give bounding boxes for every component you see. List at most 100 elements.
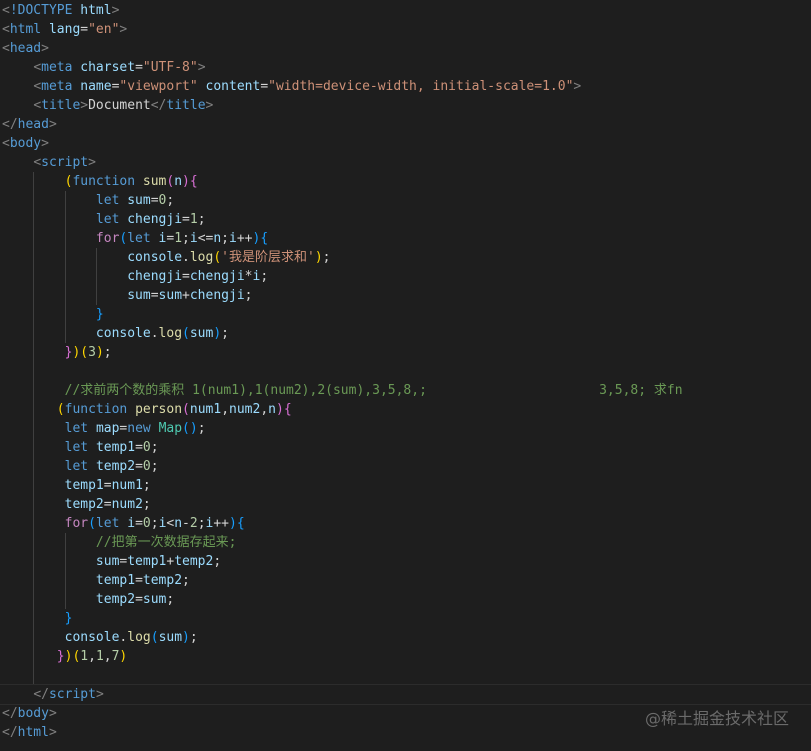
code-token: 2 [189, 516, 198, 531]
code-line[interactable]: temp1=num1; [0, 476, 811, 495]
code-token: let [95, 516, 120, 531]
code-token: let [64, 421, 89, 436]
code-token: sum [142, 174, 167, 189]
code-token: ( [56, 402, 65, 417]
code-token: < [33, 98, 42, 113]
code-token: </ [2, 117, 18, 132]
code-token: script [41, 155, 89, 170]
code-line[interactable] [0, 362, 811, 381]
code-line[interactable]: for(let i=0;i<n-2;i++){ [0, 514, 811, 533]
code-token: chengji [189, 269, 245, 284]
code-line[interactable]: <script> [0, 153, 811, 172]
code-line[interactable]: (function sum(n){ [0, 172, 811, 191]
code-token: ( [80, 345, 89, 360]
code-token: = [135, 592, 143, 607]
code-token: ; [182, 573, 190, 588]
code-lines[interactable]: <!DOCTYPE html> <html lang="en"> <head> <m… [0, 0, 811, 742]
code-line[interactable]: } [0, 609, 811, 628]
code-line[interactable]: console.log(sum); [0, 628, 811, 647]
code-line[interactable] [0, 666, 811, 685]
code-token: , [260, 402, 269, 417]
code-token: . [182, 250, 190, 265]
indent-guide [33, 666, 35, 685]
code-token: person [135, 402, 183, 417]
code-token: n [268, 402, 276, 417]
code-line[interactable]: <!DOCTYPE html> [0, 1, 811, 20]
code-token: temp2 [95, 459, 136, 474]
code-line[interactable]: sum=temp1+temp2; [0, 552, 811, 571]
code-editor[interactable]: <!DOCTYPE html> <html lang="en"> <head> <m… [0, 0, 811, 751]
code-token: body [17, 706, 49, 721]
code-token: 1 [174, 231, 183, 246]
code-line[interactable]: for(let i=1;i<=n;i++){ [0, 229, 811, 248]
code-token: > [95, 687, 104, 702]
indent-guide [64, 324, 66, 343]
code-token: ++ [213, 516, 230, 531]
code-line[interactable]: temp1=temp2; [0, 571, 811, 590]
code-token: console [64, 630, 120, 645]
code-token: "width=device-width, initial-scale=1.0" [268, 79, 574, 94]
code-line[interactable]: })(3); [0, 343, 811, 362]
code-line[interactable]: temp2=sum; [0, 590, 811, 609]
code-line[interactable]: })(1,1,7) [0, 647, 811, 666]
code-line[interactable]: sum=sum+chengji; [0, 286, 811, 305]
indent-guide [33, 172, 35, 191]
code-token: sum [127, 193, 151, 208]
indent-guide [33, 305, 35, 324]
code-token: = [135, 60, 143, 75]
indent-guide [33, 628, 35, 647]
code-line[interactable]: (function person(num1,num2,n){ [0, 400, 811, 419]
code-line[interactable]: <body> [0, 134, 811, 153]
code-token: ; [150, 516, 159, 531]
code-line[interactable]: let temp1=0; [0, 438, 811, 457]
code-line[interactable]: </script> [0, 684, 811, 705]
code-token: = [182, 212, 190, 227]
code-token: } [56, 649, 65, 664]
indent-guide [33, 609, 35, 628]
code-line[interactable]: console.log('我是阶层求和'); [0, 248, 811, 267]
code-line[interactable]: //求前两个数的乘积 1(num1),1(num2),2(sum),3,5,8,… [0, 381, 811, 400]
code-line[interactable]: let map=new Map(); [0, 419, 811, 438]
code-token: 1 [189, 212, 198, 227]
indent-guide [33, 362, 35, 381]
code-line[interactable]: <html lang="en"> [0, 20, 811, 39]
code-line[interactable]: <meta name="viewport" content="width=dev… [0, 77, 811, 96]
code-line[interactable]: let sum=0; [0, 191, 811, 210]
code-line[interactable]: let chengji=1; [0, 210, 811, 229]
code-token: ; [189, 630, 198, 645]
indent-guide [33, 571, 35, 590]
code-token: { [283, 402, 292, 417]
code-token: ; [260, 269, 269, 284]
code-token: ( [182, 402, 190, 417]
code-token: ( [150, 630, 159, 645]
code-token: ; [197, 421, 206, 436]
code-token: ) [229, 516, 237, 531]
code-line[interactable]: } [0, 305, 811, 324]
code-token: ) [189, 421, 198, 436]
code-token: console [95, 326, 151, 341]
code-token: ; [221, 326, 229, 341]
code-line[interactable]: <title>Document</title> [0, 96, 811, 115]
code-line[interactable]: <meta charset="UTF-8"> [0, 58, 811, 77]
code-token: < [33, 155, 42, 170]
code-line[interactable]: console.log(sum); [0, 324, 811, 343]
code-line[interactable]: chengji=chengji*i; [0, 267, 811, 286]
code-line[interactable]: </head> [0, 115, 811, 134]
code-token: title [166, 98, 206, 113]
code-token: ) [275, 402, 284, 417]
code-line[interactable]: let temp2=0; [0, 457, 811, 476]
code-line[interactable]: //把第一次数据存起来; [0, 533, 811, 552]
code-line[interactable]: <head> [0, 39, 811, 58]
code-token: sum [142, 592, 167, 607]
code-line[interactable]: temp2=num2; [0, 495, 811, 514]
code-token: ) [182, 630, 190, 645]
code-token: for [95, 231, 120, 246]
code-token: } [64, 611, 73, 626]
